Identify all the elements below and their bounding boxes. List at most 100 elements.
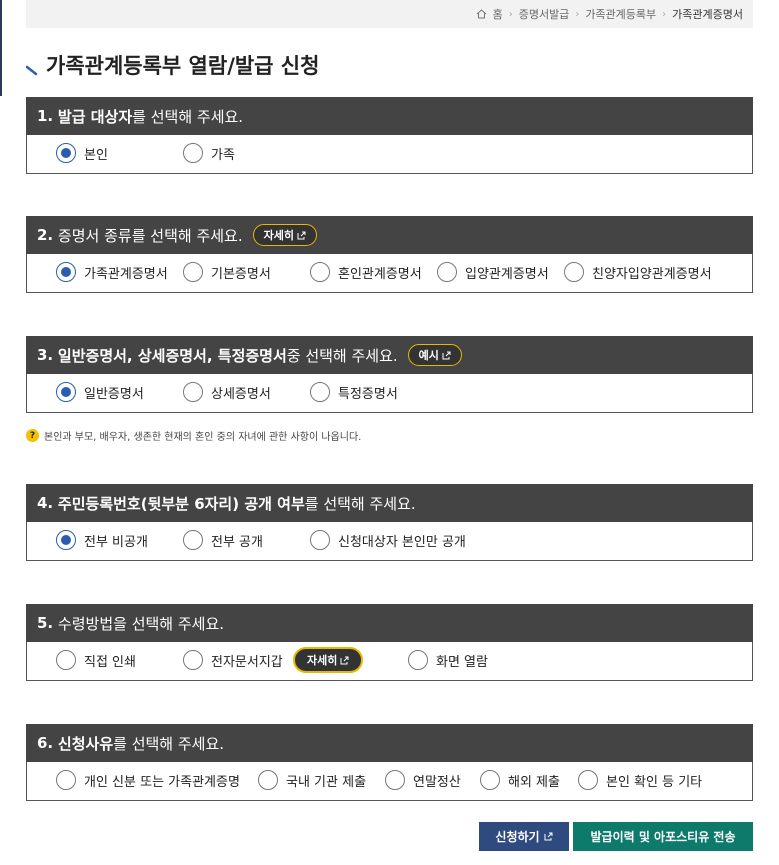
- radio-button-selected[interactable]: [56, 382, 76, 402]
- radio-button[interactable]: [56, 770, 76, 790]
- section-reason: 6. 신청사유 를 선택해 주세요. 개인 신분 또는 가족관계증명 국내 기관 …: [26, 724, 753, 801]
- radio-button[interactable]: [437, 262, 457, 282]
- option-label: 전자문서지갑: [211, 654, 283, 670]
- radio-option-tax[interactable]: 연말정산: [385, 770, 461, 790]
- breadcrumb-item[interactable]: 가족관계등록부: [585, 6, 656, 22]
- section-number: 3.: [37, 346, 54, 364]
- radio-button[interactable]: [183, 143, 203, 163]
- section-number: 5.: [37, 614, 54, 632]
- details-button-label: 자세히: [263, 229, 294, 242]
- section-bold-text: 증명서 종류: [57, 226, 132, 245]
- option-label: 상세증명서: [211, 386, 271, 402]
- option-label: 신청대상자 본인만 공개: [338, 534, 466, 550]
- radio-button[interactable]: [310, 382, 330, 402]
- details-button[interactable]: 자세히: [252, 224, 317, 246]
- breadcrumb-home[interactable]: 홈: [493, 6, 503, 22]
- e-wallet-details-button[interactable]: 자세히: [293, 647, 364, 673]
- section-bold-text: 주민등록번호(뒷부분 6자리) 공개 여부: [57, 494, 305, 513]
- option-label: 가족: [211, 147, 235, 163]
- title-mark-icon: [25, 57, 38, 76]
- page-title-text: 가족관계등록부 열람/발급 신청: [46, 54, 320, 78]
- radio-option-screen-view[interactable]: 화면 열람: [408, 650, 488, 670]
- section-bold-text: 신청사유: [57, 734, 114, 753]
- radio-button[interactable]: [310, 262, 330, 282]
- section-header: 4. 주민등록번호(뒷부분 6자리) 공개 여부 를 선택해 주세요.: [26, 484, 753, 522]
- radio-option-e-wallet[interactable]: 전자문서지갑: [183, 650, 283, 670]
- section-receive-method: 5. 수령방법 을 선택해 주세요. 직접 인쇄 전자문서지갑 자세히 화면 열람: [26, 604, 753, 681]
- radio-option-marriage[interactable]: 혼인관계증명서: [310, 262, 422, 282]
- section-number: 1.: [37, 107, 54, 125]
- radio-option-detailed[interactable]: 상세증명서: [183, 382, 271, 402]
- option-label: 혼인관계증명서: [338, 266, 422, 282]
- history-apostille-button[interactable]: 발급이력 및 아포스티유 전송: [573, 822, 753, 851]
- radio-option-domestic[interactable]: 국내 기관 제출: [258, 770, 366, 790]
- radio-button[interactable]: [480, 770, 500, 790]
- radio-option-adoption[interactable]: 입양관계증명서: [437, 262, 549, 282]
- radio-option-all-public[interactable]: 전부 공개: [183, 530, 263, 550]
- section-rest-text: 를 선택해 주세요.: [132, 107, 244, 126]
- radio-option-other[interactable]: 본인 확인 등 기타: [578, 770, 702, 790]
- radio-button-selected[interactable]: [56, 143, 76, 163]
- section-options: 본인 가족: [26, 135, 753, 174]
- radio-option-identity[interactable]: 개인 신분 또는 가족관계증명: [56, 770, 240, 790]
- option-label: 화면 열람: [436, 654, 488, 670]
- radio-button[interactable]: [385, 770, 405, 790]
- section-header: 3. 일반증명서, 상세증명서, 특정증명서 중 선택해 주세요. 예시: [26, 336, 753, 374]
- radio-option-print[interactable]: 직접 인쇄: [56, 650, 136, 670]
- radio-button[interactable]: [183, 262, 203, 282]
- radio-button[interactable]: [578, 770, 598, 790]
- external-link-icon: [442, 351, 451, 359]
- section-bold-text: 수령방법: [57, 614, 114, 633]
- home-icon[interactable]: [476, 9, 487, 19]
- radio-button[interactable]: [258, 770, 278, 790]
- breadcrumb-item[interactable]: 증명서발급: [519, 6, 570, 22]
- radio-button[interactable]: [183, 530, 203, 550]
- example-button[interactable]: 예시: [407, 344, 462, 366]
- section-rest-text: 을 선택해 주세요.: [113, 614, 225, 633]
- apply-button[interactable]: 신청하기: [479, 822, 569, 851]
- radio-button-selected[interactable]: [56, 530, 76, 550]
- section-options: 가족관계증명서 기본증명서 혼인관계증명서 입양관계증명서 친양자입양관계증명서: [26, 254, 753, 293]
- section-resident-number: 4. 주민등록번호(뒷부분 6자리) 공개 여부 를 선택해 주세요. 전부 비공…: [26, 484, 753, 561]
- radio-option-overseas[interactable]: 해외 제출: [480, 770, 560, 790]
- radio-button-selected[interactable]: [56, 262, 76, 282]
- radio-button[interactable]: [310, 530, 330, 550]
- chevron-right-icon: ›: [508, 8, 513, 20]
- option-label: 친양자입양관계증명서: [592, 266, 712, 282]
- radio-option-specific[interactable]: 특정증명서: [310, 382, 398, 402]
- section-options: 직접 인쇄 전자문서지갑 자세히 화면 열람: [26, 642, 753, 681]
- radio-option-all-private[interactable]: 전부 비공개: [56, 530, 148, 550]
- option-label: 본인 확인 등 기타: [606, 774, 703, 790]
- section-certificate-detail: 3. 일반증명서, 상세증명서, 특정증명서 중 선택해 주세요. 예시 일반증…: [26, 336, 753, 413]
- external-link-icon: [340, 656, 349, 664]
- section-certificate-type: 2. 증명서 종류 를 선택해 주세요. 자세히 가족관계증명서 기본증명서 혼인…: [26, 216, 753, 293]
- chevron-right-icon: ›: [662, 8, 667, 20]
- section-number: 2.: [37, 226, 54, 244]
- radio-option-family[interactable]: 가족: [183, 143, 235, 163]
- radio-option-full-adoption[interactable]: 친양자입양관계증명서: [564, 262, 712, 282]
- radio-option-general[interactable]: 일반증명서: [56, 382, 144, 402]
- radio-button[interactable]: [564, 262, 584, 282]
- radio-option-basic[interactable]: 기본증명서: [183, 262, 271, 282]
- radio-option-self-public[interactable]: 신청대상자 본인만 공개: [310, 530, 466, 550]
- option-label: 특정증명서: [338, 386, 398, 402]
- example-button-label: 예시: [418, 349, 439, 362]
- left-accent-line: [0, 0, 2, 96]
- radio-button[interactable]: [56, 650, 76, 670]
- radio-button[interactable]: [183, 382, 203, 402]
- section-options: 일반증명서 상세증명서 특정증명서: [26, 374, 753, 413]
- history-button-label: 발급이력 및 아포스티유 전송: [590, 830, 736, 844]
- apply-button-label: 신청하기: [495, 830, 540, 844]
- option-label: 직접 인쇄: [84, 654, 136, 670]
- page-title: 가족관계등록부 열람/발급 신청: [25, 50, 320, 80]
- radio-button[interactable]: [408, 650, 428, 670]
- radio-option-self[interactable]: 본인: [56, 143, 108, 163]
- section-header: 6. 신청사유 를 선택해 주세요.: [26, 724, 753, 762]
- external-link-icon: [544, 832, 553, 841]
- section-rest-text: 를 선택해 주세요.: [304, 494, 416, 513]
- option-label: 국내 기관 제출: [286, 774, 367, 790]
- option-label: 개인 신분 또는 가족관계증명: [84, 774, 240, 790]
- option-label: 전부 공개: [211, 534, 263, 550]
- radio-option-family-relation[interactable]: 가족관계증명서: [56, 262, 168, 282]
- radio-button[interactable]: [183, 650, 203, 670]
